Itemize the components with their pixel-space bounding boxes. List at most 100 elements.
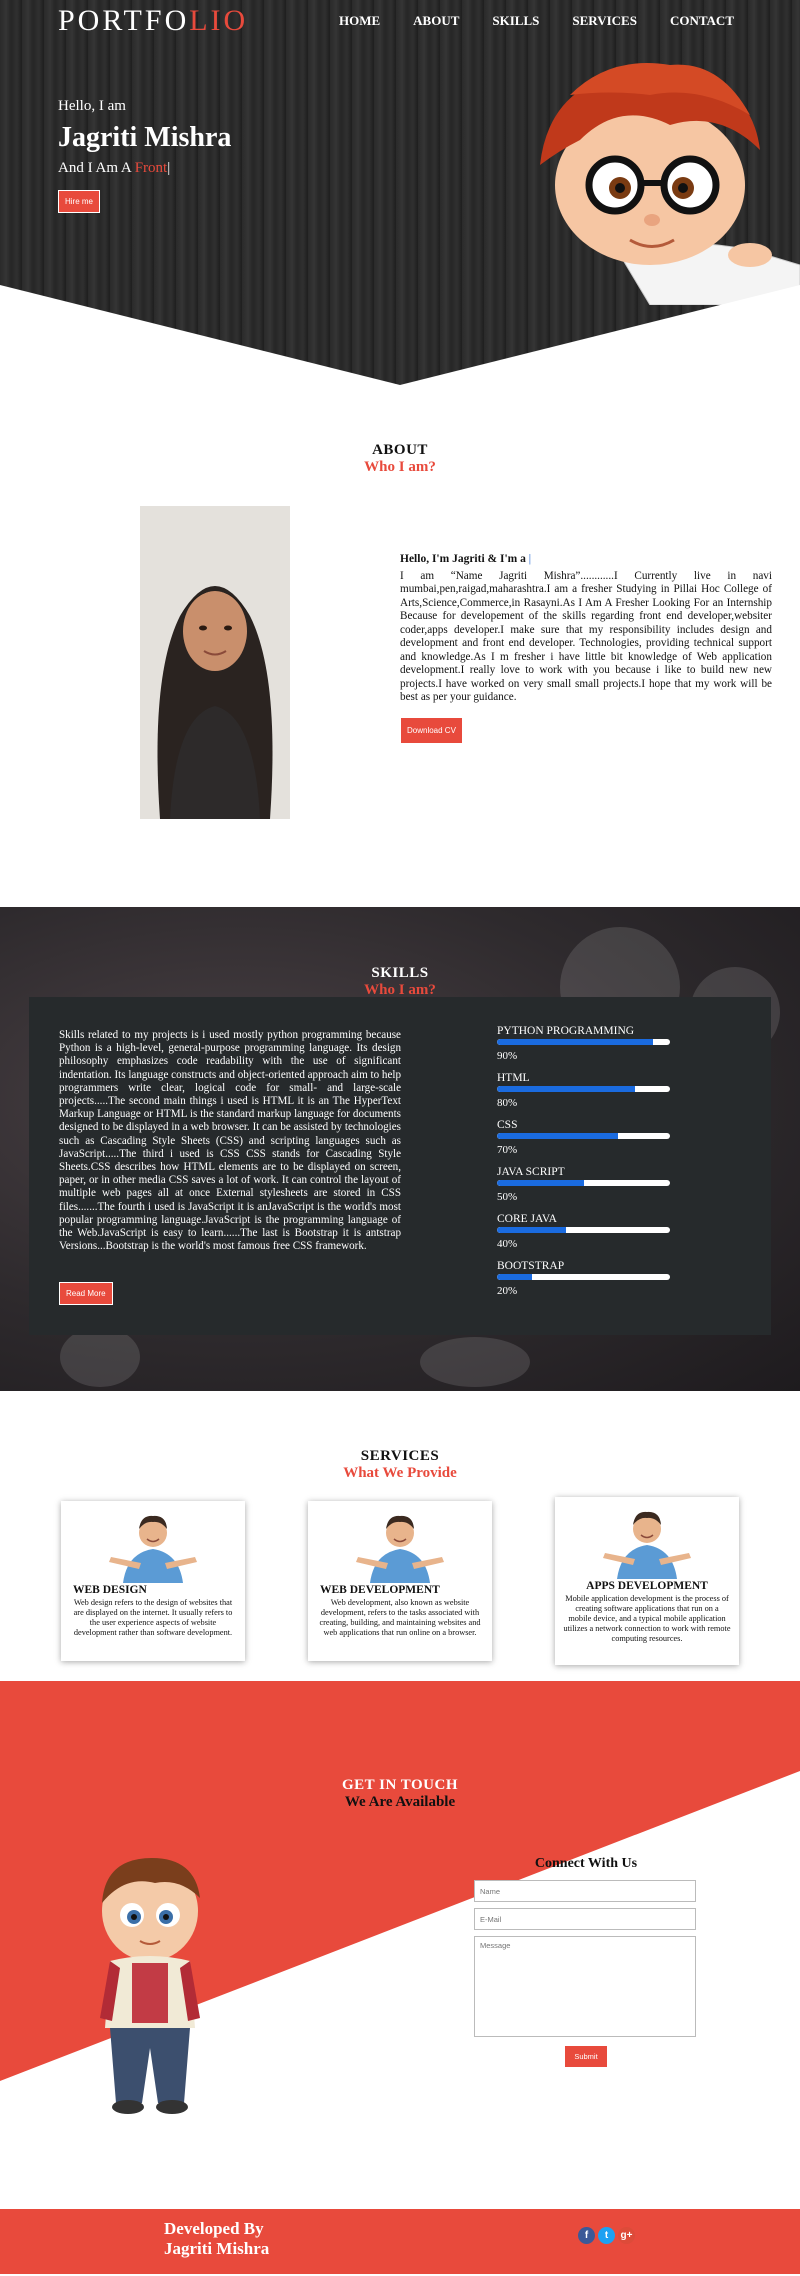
service-description: Mobile application development is the pr… (563, 1594, 731, 1643)
services-heading: SERVICES What We Provide (0, 1448, 800, 1482)
skill-progress-fill (497, 1274, 532, 1280)
skill-progress-fill (497, 1227, 567, 1233)
skill-name: BOOTSTRAP (497, 1260, 565, 1272)
nav-home[interactable]: HOME (339, 13, 380, 29)
service-description: Web design refers to the design of websi… (73, 1598, 233, 1637)
skill-item: BOOTSTRAP 20% (497, 1260, 677, 1297)
facebook-icon[interactable]: f (578, 2227, 595, 2244)
hero-bottom-divider (0, 285, 800, 385)
profile-photo (140, 506, 290, 819)
logo-text-main: PORTFO (58, 4, 190, 37)
skill-name: CORE JAVA (497, 1213, 557, 1225)
skill-progress-bar (497, 1133, 670, 1139)
hire-me-button[interactable]: Hire me (58, 190, 101, 213)
nav-skills[interactable]: SKILLS (492, 13, 539, 29)
about-body: I am “Name Jagriti Mishra”............I … (400, 569, 772, 704)
skill-percent: 80% (497, 1097, 518, 1109)
hero-tagline-prefix: And I Am A (58, 160, 135, 176)
about-section: ABOUT Who I am? Hello, I'm Jagriti & I'm… (0, 385, 800, 907)
skill-bars: PYTHON PROGRAMMING 90% HTML 80% CSS 70% JAVA S… (497, 1025, 677, 1307)
about-hello-text: Hello, I'm Jagriti & I'm a (400, 553, 529, 565)
hero-name: Jagriti Mishra (58, 122, 232, 153)
service-title: WEB DEVELOPMENT (320, 1584, 440, 1596)
footer-credit-line1: Developed By (164, 2219, 264, 2238)
hero-greeting: Hello, I am (58, 98, 126, 114)
cartoon-kid-illustration (100, 1858, 200, 2114)
form-title: Connect With Us (534, 1856, 638, 1871)
pointing-man-illustration (599, 1511, 695, 1579)
service-card-web-design[interactable]: WEB DESIGN Web design refers to the desi… (61, 1501, 245, 1661)
typing-cursor: | (167, 160, 171, 176)
service-title: APPS DEVELOPMENT (586, 1580, 708, 1592)
read-more-button[interactable]: Read More (59, 1282, 113, 1305)
email-input[interactable] (474, 1908, 696, 1930)
contact-title: GET IN TOUCH (341, 1777, 459, 1793)
hero-tagline-typed: Front (134, 160, 168, 176)
skill-name: JAVA SCRIPT (497, 1166, 565, 1178)
pointing-man-illustration (105, 1515, 201, 1583)
hero-tagline: And I Am A Front| (58, 160, 170, 177)
contact-subtitle: We Are Available (344, 1794, 456, 1810)
skill-progress-bar (497, 1039, 670, 1045)
skill-name: HTML (497, 1072, 530, 1084)
contact-form: Connect With Us Submit (474, 1856, 698, 2068)
skill-progress-fill (497, 1180, 584, 1186)
background-bokeh (60, 1327, 140, 1387)
skill-item: CORE JAVA 40% (497, 1213, 677, 1250)
background-bokeh (420, 1337, 530, 1387)
skill-percent: 50% (497, 1191, 518, 1203)
nav-services[interactable]: SERVICES (572, 13, 637, 29)
skill-percent: 70% (497, 1144, 518, 1156)
skill-percent: 20% (497, 1285, 518, 1297)
skills-section: SKILLS Who I am? Skills related to my pr… (0, 907, 800, 1391)
about-heading: ABOUT Who I am? (0, 442, 800, 476)
submit-button[interactable]: Submit (564, 2045, 608, 2068)
download-cv-button[interactable]: Download CV (400, 716, 463, 744)
services-title: SERVICES (360, 1448, 440, 1464)
message-textarea[interactable] (474, 1936, 696, 2037)
skill-item: HTML 80% (497, 1072, 677, 1109)
skill-percent: 40% (497, 1238, 518, 1250)
about-typing-cursor: | (528, 553, 532, 565)
service-card-apps-development[interactable]: APPS DEVELOPMENT Mobile application deve… (555, 1497, 739, 1665)
skills-description: Skills related to my projects is i used … (59, 1029, 401, 1253)
service-card-web-development[interactable]: WEB DEVELOPMENT Web development, also kn… (308, 1501, 492, 1661)
skill-progress-bar (497, 1227, 670, 1233)
skills-panel: Skills related to my projects is i used … (29, 997, 771, 1335)
skill-name: PYTHON PROGRAMMING (497, 1025, 635, 1037)
google-plus-icon[interactable]: g+ (618, 2227, 635, 2244)
service-description: Web development, also known as website d… (319, 1598, 481, 1637)
profile-photo-image (140, 506, 290, 819)
contact-heading: GET IN TOUCH We Are Available (0, 1777, 800, 1811)
skill-progress-fill (497, 1086, 636, 1092)
skill-progress-bar (497, 1180, 670, 1186)
about-content: Hello, I'm Jagriti & I'm a | I am “Name … (400, 553, 772, 744)
skill-progress-bar (497, 1086, 670, 1092)
footer-credit: Developed By Jagriti Mishra (164, 2219, 269, 2259)
skill-item: PYTHON PROGRAMMING 90% (497, 1025, 677, 1062)
submit-wrap: Submit (474, 2045, 698, 2068)
social-links: f t g+ (578, 2227, 635, 2244)
nav-about[interactable]: ABOUT (413, 13, 459, 29)
services-subtitle: What We Provide (343, 1465, 457, 1481)
footer: Developed By Jagriti Mishra f t g+ (0, 2209, 800, 2274)
logo-text-accent: LIO (189, 4, 249, 37)
logo[interactable]: PORTFOLIO (58, 4, 248, 38)
nav-contact[interactable]: CONTACT (670, 13, 734, 29)
skill-progress-fill (497, 1133, 619, 1139)
skill-progress-bar (497, 1274, 670, 1280)
skill-item: JAVA SCRIPT 50% (497, 1166, 677, 1203)
name-input[interactable] (474, 1880, 696, 1902)
about-subtitle: Who I am? (364, 459, 436, 475)
contact-section: GET IN TOUCH We Are Available Connect Wi… (0, 1681, 800, 2209)
about-hello: Hello, I'm Jagriti & I'm a | (400, 553, 772, 567)
cartoon-boy-illustration (540, 63, 800, 305)
service-title: WEB DESIGN (73, 1584, 147, 1596)
skills-title: SKILLS (371, 965, 429, 981)
skill-name: CSS (497, 1119, 518, 1131)
footer-credit-line2: Jagriti Mishra (164, 2239, 270, 2258)
skill-item: CSS 70% (497, 1119, 677, 1156)
twitter-icon[interactable]: t (598, 2227, 615, 2244)
services-section: SERVICES What We Provide WEB DESIGN Web … (0, 1391, 800, 1681)
skills-heading: SKILLS Who I am? (0, 965, 800, 999)
